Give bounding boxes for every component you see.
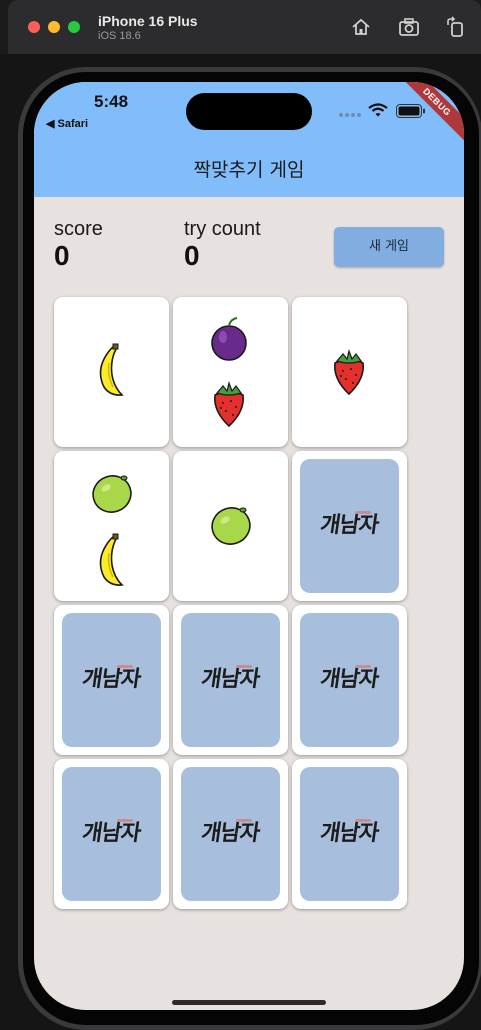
back-to-safari-link[interactable]: ◀ Safari xyxy=(46,117,88,130)
strawberry-icon xyxy=(333,348,365,396)
card-back: 개남자 xyxy=(300,767,399,901)
battery-icon xyxy=(396,104,425,118)
try-count-label: try count xyxy=(184,218,261,240)
logo-text: 개남자 xyxy=(318,821,380,846)
logo-text: 개남자 xyxy=(199,821,261,846)
strawberry-icon xyxy=(213,380,245,428)
close-window-button[interactable] xyxy=(28,21,40,33)
card-back: 개남자 xyxy=(300,613,399,747)
wifi-icon xyxy=(368,103,388,117)
phone-screen: 5:48 ◀ Safari DEBUG 짝맞추기 게임 score 0 try … xyxy=(34,82,464,1010)
rotate-icon[interactable] xyxy=(444,16,466,38)
plum-icon xyxy=(211,317,247,361)
zoom-window-button[interactable] xyxy=(68,21,80,33)
page-title: 짝맞추기 게임 xyxy=(193,159,305,181)
logo-mark xyxy=(355,665,371,668)
lime-icon xyxy=(92,475,132,513)
card-6[interactable]: 개남자 xyxy=(292,451,407,601)
card-9[interactable]: 개남자 xyxy=(292,605,407,755)
logo-mark xyxy=(355,511,371,514)
signal-dots-icon xyxy=(339,113,361,117)
card-back: 개남자 xyxy=(181,613,280,747)
screenshot-icon[interactable] xyxy=(398,16,420,38)
logo-mark xyxy=(236,665,252,668)
card-back: 개남자 xyxy=(62,613,161,747)
card-3[interactable] xyxy=(292,297,407,447)
try-count-value: 0 xyxy=(184,240,200,271)
logo-text: 개남자 xyxy=(80,667,142,692)
logo-mark xyxy=(236,819,252,822)
score-value: 0 xyxy=(54,240,70,271)
logo-mark xyxy=(117,665,133,668)
lime-icon xyxy=(211,507,251,545)
logo-mark xyxy=(355,819,371,822)
banana-icon xyxy=(99,533,124,586)
logo-text: 개남자 xyxy=(318,667,380,692)
card-10[interactable]: 개남자 xyxy=(54,759,169,909)
banana-icon xyxy=(99,343,124,396)
os-version: iOS 18.6 xyxy=(98,30,141,42)
logo-mark xyxy=(117,819,133,822)
home-icon[interactable] xyxy=(350,16,372,38)
card-back: 개남자 xyxy=(300,459,399,593)
minimize-window-button[interactable] xyxy=(48,21,60,33)
card-back: 개남자 xyxy=(181,767,280,901)
home-indicator[interactable] xyxy=(172,1000,326,1005)
card-5[interactable] xyxy=(173,451,288,601)
logo-text: 개남자 xyxy=(199,667,261,692)
status-time: 5:48 xyxy=(94,92,129,111)
card-2[interactable] xyxy=(173,297,288,447)
logo-text: 개남자 xyxy=(318,513,380,538)
device-name: iPhone 16 Plus xyxy=(98,13,198,29)
logo-text: 개남자 xyxy=(80,821,142,846)
card-4[interactable] xyxy=(54,451,169,601)
card-back: 개남자 xyxy=(62,767,161,901)
card-11[interactable]: 개남자 xyxy=(173,759,288,909)
card-7[interactable]: 개남자 xyxy=(54,605,169,755)
card-12[interactable]: 개남자 xyxy=(292,759,407,909)
score-label: score xyxy=(54,218,103,240)
dynamic-island xyxy=(186,93,312,130)
card-8[interactable]: 개남자 xyxy=(173,605,288,755)
card-1[interactable] xyxy=(54,297,169,447)
app-bar: 5:48 ◀ Safari DEBUG 짝맞추기 게임 xyxy=(34,82,464,197)
simulator-titlebar: iPhone 16 Plus iOS 18.6 xyxy=(8,0,481,54)
new-game-button[interactable]: 새 게임 xyxy=(334,227,444,267)
